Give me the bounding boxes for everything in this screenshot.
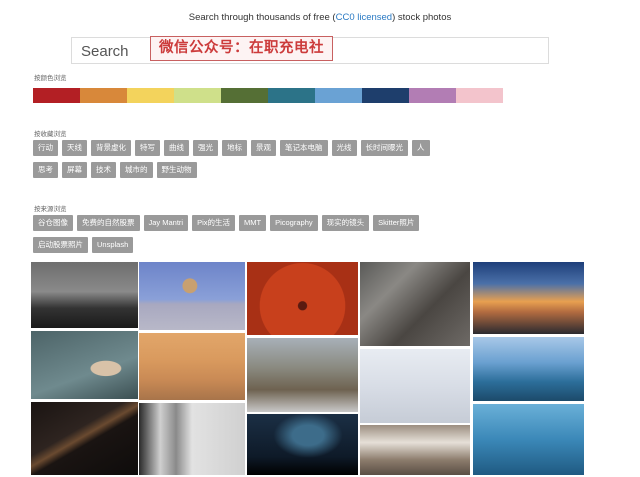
color-swatches <box>33 88 503 103</box>
photo-snowy-landscape[interactable] <box>360 349 470 423</box>
source-tag[interactable]: 免费的自然股票 <box>77 215 140 231</box>
collection-tag[interactable]: 地标 <box>222 140 247 156</box>
color-swatch-9[interactable] <box>409 88 456 103</box>
photo-infinity-pool[interactable] <box>473 337 584 401</box>
collection-section-label: 按收藏浏览 <box>34 131 67 138</box>
collection-tag[interactable]: 思考 <box>33 162 58 178</box>
collection-tag[interactable]: 背景虚化 <box>91 140 131 156</box>
collection-tag[interactable]: 曲线 <box>164 140 189 156</box>
collection-tag[interactable]: 光线 <box>331 140 357 156</box>
source-tag[interactable]: Pix的生活 <box>192 215 236 231</box>
photo-bicycle-wall[interactable] <box>360 262 470 346</box>
color-swatch-5[interactable] <box>221 88 268 103</box>
photo-ibex-snow[interactable] <box>247 338 358 412</box>
collection-tags-row-1: 行动 天线 背景虚化 特写 曲线 强光 地标 景观 笔记本电脑 光线 长时间曝光人 <box>33 140 434 156</box>
collection-tag[interactable]: 城市的 <box>120 162 153 178</box>
photo-foggy-hill[interactable] <box>31 262 138 328</box>
photo-red-umbrella[interactable] <box>247 262 358 335</box>
cc0-license-link[interactable]: CC0 licensed <box>336 12 393 23</box>
collection-tag[interactable]: 人 <box>412 140 430 156</box>
collection-tag[interactable]: 屏幕 <box>62 162 87 178</box>
collection-tags-row-2: 思考 屏幕 技术 城市的 野生动物 <box>33 162 201 178</box>
collection-tag[interactable]: 行动 <box>33 140 58 156</box>
collection-tag[interactable]: 笔记本电脑 <box>280 140 328 156</box>
collection-tag[interactable]: 特写 <box>135 140 160 156</box>
color-swatch-8[interactable] <box>362 88 409 103</box>
color-swatch-10[interactable] <box>456 88 503 103</box>
color-swatch-6[interactable] <box>268 88 315 103</box>
color-swatch-7[interactable] <box>315 88 362 103</box>
source-tags-row-2: 启动股票照片 Unsplash <box>33 237 137 253</box>
collection-tag[interactable]: 强光 <box>193 140 218 156</box>
color-swatch-4[interactable] <box>174 88 221 103</box>
collection-tag[interactable]: 景观 <box>251 140 276 156</box>
source-tag[interactable]: Jay Mantri <box>143 215 189 231</box>
source-tag[interactable]: 现实的镜头 <box>321 215 370 231</box>
photo-birds-sunset[interactable] <box>139 333 245 400</box>
photo-pier-blue[interactable] <box>473 404 584 475</box>
collection-tag[interactable]: 天线 <box>62 140 87 156</box>
collection-tag[interactable]: 野生动物 <box>156 162 197 178</box>
source-tag[interactable]: 启动股票照片 <box>33 237 88 253</box>
tagline-suffix: ) stock photos <box>392 12 452 23</box>
source-tag[interactable]: 谷仓图像 <box>33 215 73 231</box>
color-swatch-3[interactable] <box>127 88 174 103</box>
collection-tag[interactable]: 长时间曝光 <box>360 140 408 156</box>
source-tag[interactable]: Skitter照片 <box>373 215 420 231</box>
photo-bw-sculpture[interactable] <box>139 403 245 475</box>
photo-hand-coins[interactable] <box>31 331 138 399</box>
source-tags-row-1: 谷仓图像 免费的自然股票 Jay Mantri Pix的生活 MMT Picography… <box>33 215 423 231</box>
watermark-overlay: 微信公众号：在职充电社 <box>150 36 333 61</box>
search-label: Search <box>81 43 129 60</box>
tagline-prefix: Search through thousands of free ( <box>188 12 336 23</box>
photo-cat-on-rock[interactable] <box>139 262 245 330</box>
source-section-label: 按来源浏览 <box>34 206 67 213</box>
source-tag[interactable]: Unsplash <box>92 237 134 253</box>
photo-starry-night[interactable] <box>247 414 358 475</box>
collection-tag[interactable]: 技术 <box>91 162 116 178</box>
color-swatch-2[interactable] <box>80 88 127 103</box>
color-section-label: 按颜色浏览 <box>34 75 67 82</box>
photo-cathedral-interior[interactable] <box>360 425 470 475</box>
photo-dark-light-trail[interactable] <box>31 402 138 475</box>
source-tag[interactable]: MMT <box>239 215 267 231</box>
tagline: Search through thousands of free (CC0 li… <box>0 12 640 23</box>
photo-mountain-sunrise[interactable] <box>473 262 584 334</box>
source-tag[interactable]: Picography <box>270 215 318 231</box>
color-swatch-1[interactable] <box>33 88 80 103</box>
